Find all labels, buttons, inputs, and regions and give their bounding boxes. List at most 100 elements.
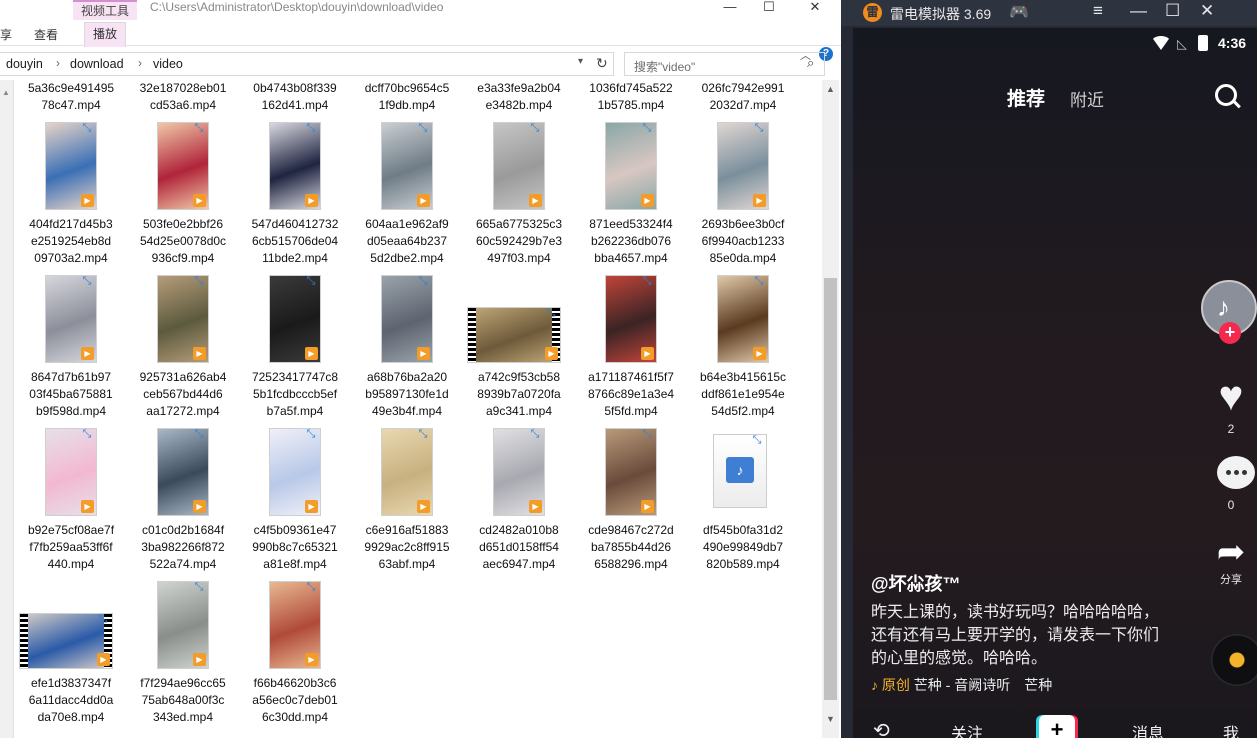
close-button[interactable]: ✕ [1200,1,1214,21]
file-item[interactable]: ▶ ⤡ 503fe0e2bbf26 54d25e0078d0c 936cf9.mp4 [129,118,237,268]
file-item[interactable]: ♪ ⤡ df545b0fa31d2 490e99849db7 820b589.mp4 [689,424,797,574]
search-icon[interactable] [1215,84,1237,106]
video-thumbnail: ▶ ⤡ [157,581,209,669]
heart-icon[interactable]: ♥ [1209,374,1253,418]
ribbon-context-group[interactable]: 视频工具 [73,0,137,20]
file-item[interactable]: e3a33fe9a2b04 e3482b.mp4 [465,80,573,116]
scroll-up-icon[interactable]: ▲ [826,84,835,94]
refresh-icon[interactable]: ↻ [596,55,608,72]
file-item[interactable]: ▶ ⤡ b92e75cf08ae7f f7fb259aa53ff6f 440.mp4 [17,424,125,574]
maximize-button[interactable]: ☐ [1165,1,1180,21]
menu-icon[interactable]: ≡ [1093,1,1103,21]
refresh-home-icon[interactable]: ⟲ [873,718,890,738]
tab-play[interactable]: 播放 [84,22,127,47]
no-signal-icon: ◺ [1177,36,1187,51]
file-item[interactable]: dcff70bc9654c5 1f9db.mp4 [353,80,461,116]
follow-plus-button[interactable]: + [1219,322,1241,344]
maximize-button[interactable]: ☐ [746,0,792,16]
file-name: b92e75cf08ae7f f7fb259aa53ff6f 440.mp4 [27,523,115,571]
file-item[interactable]: ▶ ⤡ cd2482a010b8 d651d0158ff54 aec6947.mp4 [465,424,573,574]
tab-nearby[interactable]: 附近 [1070,86,1104,111]
nav-follow[interactable]: 关注 [951,720,983,738]
music-note-icon: ♪ [726,457,754,483]
create-video-button[interactable]: + [1039,715,1075,738]
file-item[interactable]: ▶ ⤡ c4f5b09361e47 990b8c7c65321 a81e8f.mp4 [241,424,349,574]
minimize-button[interactable]: — [1130,1,1147,21]
explorer-titlebar: 视频工具 C:\Users\Administrator\Desktop\douy… [0,0,841,20]
file-item[interactable]: ▶ ⤡ a68b76ba2a20 b95897130fe1d 49e3b4f.mp4 [353,271,461,421]
file-item[interactable]: 1036fd745a522 1b5785.mp4 [577,80,685,116]
file-item[interactable]: ▶ ⤡ 72523417747c8 5b1fcdbcccb5ef b7a5f.mp4 [241,271,349,421]
compress-arrows-icon: ⤡ [754,122,764,134]
music-disc-icon[interactable] [1211,634,1257,686]
file-item[interactable]: ▶ ⤡ 925731a626ab4 ceb567bd44d6 aa17272.mp4 [129,271,237,421]
like-count: 2 [1227,422,1235,436]
scrollbar-thumb[interactable] [824,278,837,700]
video-thumbnail: ▶ ⤡ [605,275,657,363]
file-item[interactable]: ▶ ⤡ 8647d7b61b97 03f45ba675881 b9f598d.mp4 [17,271,125,421]
nav-me[interactable]: 我 [1223,720,1239,738]
file-name: 026fc7942e991 2032d7.mp4 [701,81,785,112]
file-name: c01c0d2b1684f 3ba982266f872 522a74.mp4 [141,523,225,571]
phone-screen[interactable]: ◺ 4:36 推荐 附近 ♪ + ♥ 2 0 ➦ 分享 @坏尛孩™ 昨天上课的，… [853,28,1257,738]
search-input[interactable]: 搜索"video" ⌕ [624,52,825,76]
file-item[interactable]: ▶ ⤡ c6e916af51883 9929ac2c8ff915 63abf.mp4 [353,424,461,574]
nav-messages[interactable]: 消息 [1132,720,1164,738]
file-item[interactable]: ▶ ⤡ a742c9f53cb58 8939b7a0720fa a9c341.mp4 [465,271,573,421]
play-badge-icon: ▶ [193,194,206,207]
video-thumbnail: ▶ ⤡ [269,428,321,516]
file-name: dcff70bc9654c5 1f9db.mp4 [364,81,450,112]
chevron-right-icon[interactable]: › [56,56,60,70]
file-name: c6e916af51883 9929ac2c8ff915 63abf.mp4 [364,523,450,571]
breadcrumb-douyin[interactable]: douyin [6,57,43,71]
comment-icon[interactable] [1217,456,1255,489]
share-icon[interactable]: ➦ [1209,534,1253,570]
play-badge-icon: ▶ [193,347,206,360]
play-badge-icon: ▶ [193,500,206,513]
close-button[interactable]: ✕ [792,0,838,16]
file-item[interactable]: ▶ ⤡ c01c0d2b1684f 3ba982266f872 522a74.mp4 [129,424,237,574]
compress-arrows-icon: ⤡ [546,307,556,319]
chevron-right-icon[interactable]: › [138,56,142,70]
compress-arrows-icon: ⤡ [642,122,652,134]
vertical-scrollbar[interactable]: ▲ ▼ [822,80,839,738]
file-item[interactable]: 5a36c9e491495 78c47.mp4 [17,80,125,116]
music-info[interactable]: ♪ 原创 芒种 - 音阙诗听 芒种 [871,675,1086,695]
file-name: 503fe0e2bbf26 54d25e0078d0c 936cf9.mp4 [139,217,227,265]
address-bar[interactable]: douyin › download › video ▾ ↻ [0,52,614,76]
file-item[interactable]: ▶ ⤡ a171187461f5f7 8766c89e1a3e4 5f5fd.mp4 [577,271,685,421]
tab-recommend[interactable]: 推荐 [1007,84,1045,111]
music-original-badge: 原创 [881,677,910,693]
chevron-down-icon[interactable]: ▾ [578,56,583,67]
file-item[interactable]: ▶ ⤡ 2693b6ee3b0cf 6f9940acb1233 85e0da.mp4 [689,118,797,268]
file-item[interactable]: ▶ ⤡ cde98467c272d ba7855b44d26 6588296.mp4 [577,424,685,574]
file-name: 0b4743b08f339 162d41.mp4 [253,81,337,112]
file-item[interactable]: ▶ ⤡ efe1d3837347f 6a11dacc4dd0a da70e8.mp4 [17,577,125,727]
file-item[interactable]: ▶ ⤡ f66b46620b3c6 a56ec0c7deb01 6c30dd.mp4 [241,577,349,727]
file-list: 5a36c9e491495 78c47.mp4 32e187028eb01 cd5… [0,80,822,738]
file-item[interactable]: ▶ ⤡ 604aa1e962af9 d05eaa64b237 5d2dbe2.mp4 [353,118,461,268]
file-item[interactable]: ▶ ⤡ 404fd217d45b3 e2519254eb8d 09703a2.mp4 [17,118,125,268]
gamepad-icon[interactable]: 🎮 [1009,2,1029,22]
tab-view[interactable]: 查看 [34,26,58,43]
file-item[interactable]: ▶ ⤡ b64e3b415615c ddf861e1e954e 54d5f2.mp4 [689,271,797,421]
file-name: 925731a626ab4 ceb567bd44d6 aa17272.mp4 [139,370,227,418]
ribbon-tabs: 享 查看 播放 ︿ ? [0,20,841,62]
author-name[interactable]: @坏尛孩™ [871,570,961,596]
file-name: 1036fd745a522 1b5785.mp4 [589,81,673,112]
scroll-down-icon[interactable]: ▼ [826,714,835,724]
search-icon[interactable]: ⌕ [807,55,814,71]
compress-arrows-icon: ⤡ [82,428,92,440]
file-item[interactable]: ▶ ⤡ f7f294ae96cc65 75ab648a00f3c 343ed.mp4 [129,577,237,727]
breadcrumb-download[interactable]: download [70,57,124,71]
tab-share[interactable]: 享 [0,26,12,43]
file-item[interactable]: ▶ ⤡ 547d460412732 6cb515706de04 11bde2.mp4 [241,118,349,268]
file-item[interactable]: 026fc7942e991 2032d7.mp4 [689,80,797,116]
file-item[interactable]: ▶ ⤡ 665a6775325c3 60c592429b7e3 497f03.mp4 [465,118,573,268]
file-item[interactable]: ▶ ⤡ 871eed53324f4 b262236db076 bba4657.mp4 [577,118,685,268]
file-item[interactable]: 32e187028eb01 cd53a6.mp4 [129,80,237,116]
comment-count: 0 [1227,498,1235,512]
file-item[interactable]: 0b4743b08f339 162d41.mp4 [241,80,349,116]
video-thumbnail: ▶ ⤡ [605,122,657,210]
breadcrumb-video[interactable]: video [153,57,183,71]
